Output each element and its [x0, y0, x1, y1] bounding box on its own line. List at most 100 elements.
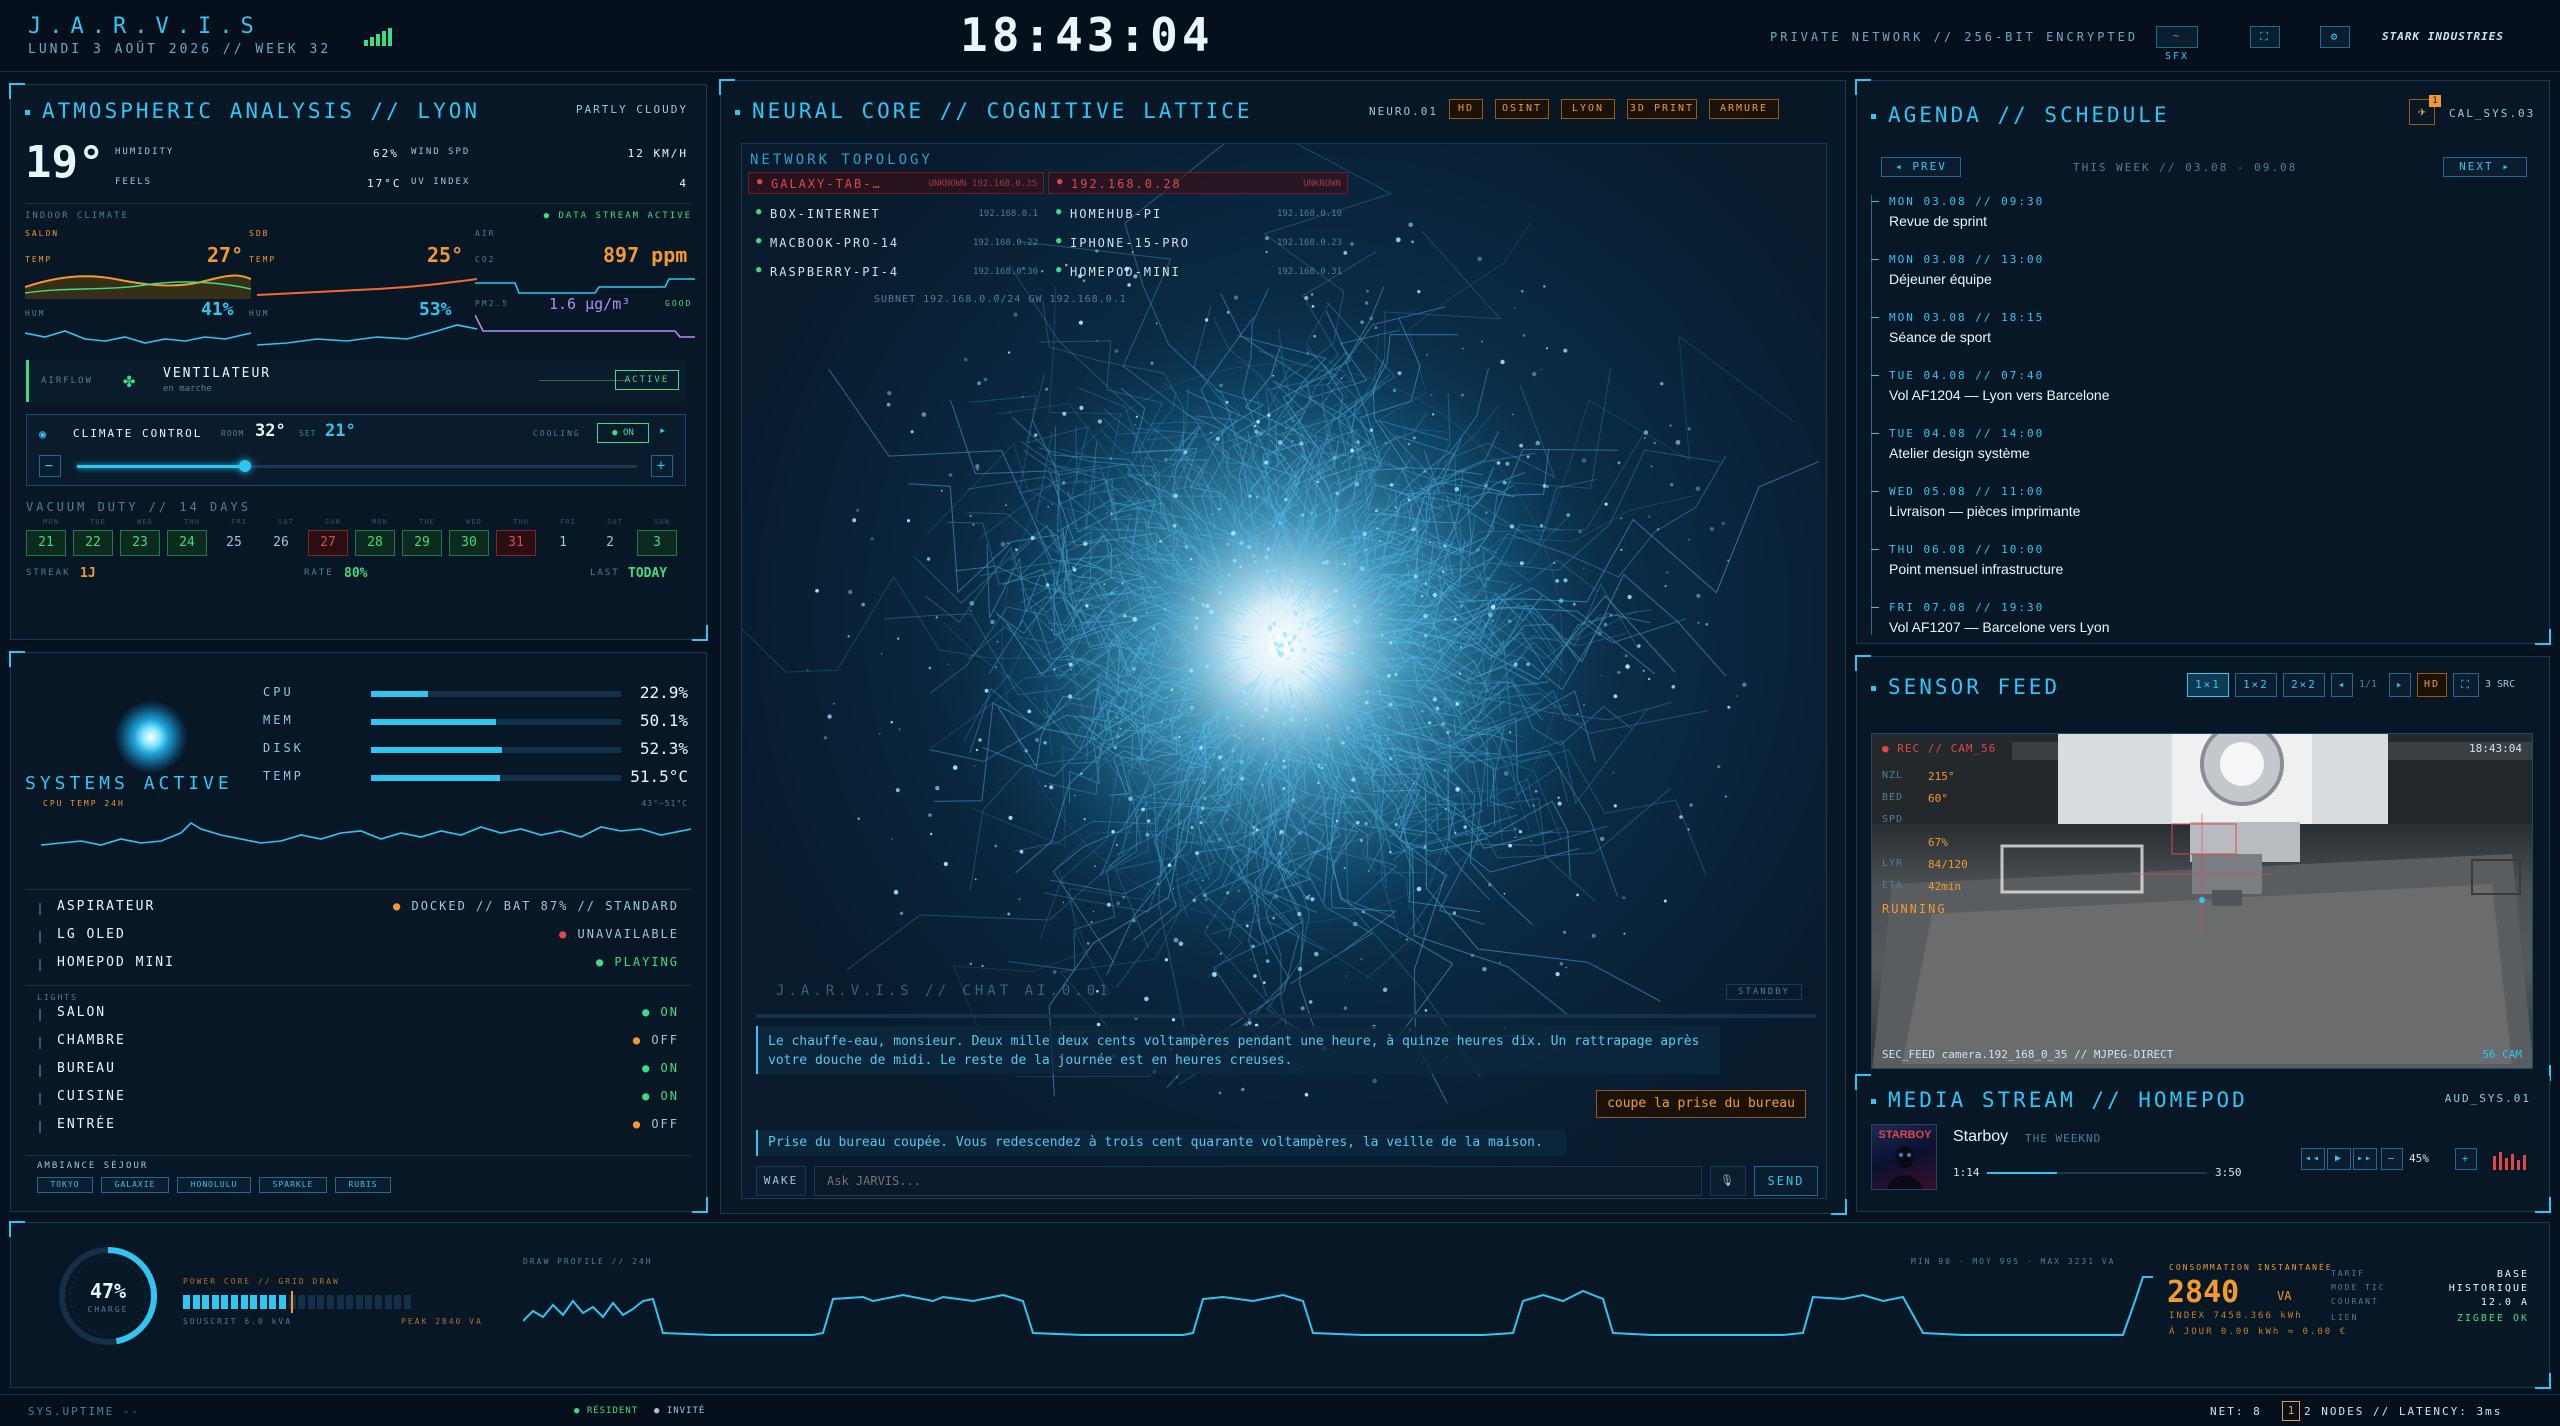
device-name[interactable]: ASPIRATEUR	[57, 899, 155, 914]
alert-count-badge[interactable]: 1	[2282, 1401, 2300, 1421]
light-name[interactable]: BUREAU	[57, 1061, 116, 1076]
vacuum-day[interactable]: 29	[402, 530, 442, 556]
light-name[interactable]: CHAMBRE	[57, 1033, 126, 1048]
light-toggle[interactable]: ● OFF	[633, 1117, 679, 1131]
volume-up-button[interactable]: +	[2455, 1148, 2477, 1170]
camera-feed[interactable]: ● REC // CAM_56 18:43:04 NZL 215° BED 60° SP…	[1871, 733, 2533, 1069]
vacuum-day[interactable]: 1	[543, 530, 583, 556]
vacuum-day[interactable]: 23	[120, 530, 160, 556]
neural-tag[interactable]: OSINT	[1495, 99, 1549, 119]
settings-gear-icon[interactable]: ⚙	[2320, 26, 2350, 48]
vacuum-day[interactable]: 25	[214, 530, 254, 556]
light-toggle[interactable]: ● ON	[642, 1005, 679, 1019]
event-title[interactable]: Livraison — pièces imprimante	[1889, 503, 2080, 519]
temp-slider-handle[interactable]	[239, 460, 251, 472]
vacuum-day[interactable]: 27	[308, 530, 348, 556]
vacuum-day[interactable]: 3	[637, 530, 677, 556]
layout-button[interactable]: 1×2	[2235, 673, 2277, 697]
lattice-node	[1288, 671, 1291, 674]
media-title-text: MEDIA STREAM // HOMEPOD	[1888, 1088, 2248, 1112]
wake-button[interactable]: WAKE	[756, 1166, 806, 1196]
neural-tag[interactable]: HD	[1449, 99, 1483, 119]
layout-button[interactable]: 2×2	[2283, 673, 2325, 697]
light-toggle[interactable]: ● ON	[642, 1089, 679, 1103]
neural-tag[interactable]: ARMURE	[1709, 99, 1779, 119]
temp-decrease-button[interactable]: −	[39, 455, 61, 477]
climate-toggle[interactable]: ● ON	[597, 423, 649, 443]
chat-input[interactable]	[814, 1166, 1702, 1196]
volume-down-button[interactable]: −	[2381, 1148, 2403, 1170]
device-name[interactable]: LG OLED	[57, 927, 126, 942]
fullscreen-icon[interactable]: ⛶	[2250, 26, 2280, 48]
light-name[interactable]: CUISINE	[57, 1089, 126, 1104]
vacuum-day[interactable]: 2	[590, 530, 630, 556]
event-title[interactable]: Séance de sport	[1889, 329, 1991, 345]
lattice-node	[1106, 512, 1108, 514]
fan-active-badge[interactable]: ACTIVE	[615, 370, 679, 390]
light-toggle[interactable]: ● ON	[642, 1061, 679, 1075]
light-name[interactable]: SALON	[57, 1005, 106, 1020]
vacuum-day[interactable]: 24	[167, 530, 207, 556]
send-button[interactable]: SEND	[1754, 1166, 1818, 1196]
layout-button[interactable]: 1×1	[2187, 673, 2229, 697]
feed-next-button[interactable]: ▸	[2389, 673, 2411, 697]
host-row[interactable]: ● MACBOOK-PRO-14 192.168.0.22	[748, 232, 1044, 254]
lattice-node	[1234, 689, 1237, 692]
climate-control: ◉ CLIMATE CONTROL ROOM 32° SET 21° COOLI…	[26, 414, 686, 486]
ambiance-chip[interactable]: GALAXIE	[101, 1177, 169, 1193]
play-button[interactable]: ▶	[2327, 1148, 2351, 1170]
climate-arrow[interactable]: ▸	[659, 423, 666, 437]
core-orb-icon	[115, 701, 187, 773]
host-row[interactable]: ● GALAXY-TAB-… UNKNOWN 192.168.0.35	[748, 172, 1044, 194]
vacuum-day[interactable]: 28	[355, 530, 395, 556]
host-row[interactable]: ● BOX-INTERNET 192.168.0.1	[748, 203, 1044, 225]
neural-tag[interactable]: 3D PRINT	[1627, 99, 1697, 119]
vacuum-day[interactable]: 31	[496, 530, 536, 556]
lattice-node	[1617, 670, 1621, 675]
host-row[interactable]: ● HOMEPOD-MINI 192.168.0.31	[1048, 261, 1348, 283]
hd-button[interactable]: HD	[2417, 673, 2447, 697]
host-row[interactable]: ● 192.168.0.28 UNKNOWN	[1048, 172, 1348, 194]
lattice-node	[1546, 485, 1549, 489]
light-name[interactable]: ENTRÉE	[57, 1117, 116, 1132]
expand-icon[interactable]: ⛶	[2453, 673, 2479, 697]
lattice-node	[1395, 506, 1397, 509]
next-track-button[interactable]: ▸▸	[2353, 1148, 2377, 1170]
event-title[interactable]: Atelier design système	[1889, 445, 2030, 461]
track-progress[interactable]	[1987, 1172, 2207, 1174]
event-title[interactable]: Déjeuner équipe	[1889, 271, 1992, 287]
event-title[interactable]: Revue de sprint	[1889, 213, 1987, 229]
neural-title: NEURAL CORE // COGNITIVE LATTICE	[735, 99, 1253, 123]
resident-indicator[interactable]: ● RÉSIDENT	[574, 1406, 638, 1416]
sfx-button[interactable]: ~ SFX	[2156, 26, 2198, 62]
temp-slider-track[interactable]	[77, 460, 637, 472]
microphone-icon[interactable]: 🎙	[1710, 1166, 1746, 1196]
host-row[interactable]: ● IPHONE-15-PRO 192.168.0.23	[1048, 232, 1348, 254]
event-title[interactable]: Point mensuel infrastructure	[1889, 561, 2063, 577]
core-segment	[365, 1295, 373, 1309]
host-row[interactable]: ● HOMEHUB-PI 192.168.0.10	[1048, 203, 1348, 225]
event-title[interactable]: Vol AF1207 — Barcelone vers Lyon	[1889, 619, 2110, 635]
neural-tag[interactable]: LYON	[1561, 99, 1615, 119]
host-name: BOX-INTERNET	[770, 207, 881, 221]
ambiance-chip[interactable]: SPARKLE	[259, 1177, 327, 1193]
light-toggle[interactable]: ● OFF	[633, 1033, 679, 1047]
guest-indicator[interactable]: ● INVITÉ	[654, 1406, 705, 1416]
feed-prev-button[interactable]: ◂	[2331, 673, 2353, 697]
host-row[interactable]: ● RASPBERRY-PI-4 192.168.0.30	[748, 261, 1044, 283]
vacuum-day[interactable]: 22	[73, 530, 113, 556]
lattice-node	[1167, 863, 1172, 867]
ambiance-chip[interactable]: TOKYO	[37, 1177, 93, 1193]
ambiance-chip[interactable]: RUBIS	[335, 1177, 391, 1193]
prev-week-button[interactable]: ◂ PREV	[1881, 157, 1961, 177]
event-title[interactable]: Vol AF1204 — Lyon vers Barcelone	[1889, 387, 2110, 403]
previous-track-button[interactable]: ◂◂	[2301, 1148, 2325, 1170]
next-week-button[interactable]: NEXT ▸	[2443, 157, 2527, 177]
vacuum-day[interactable]: 21	[26, 530, 66, 556]
vacuum-day[interactable]: 26	[261, 530, 301, 556]
vacuum-day[interactable]: 30	[449, 530, 489, 556]
device-name[interactable]: HOMEPOD MINI	[57, 955, 175, 970]
tarif-value: BASE	[2496, 1269, 2529, 1280]
ambiance-chip[interactable]: HONOLULU	[177, 1177, 251, 1193]
temp-increase-button[interactable]: +	[651, 455, 673, 477]
